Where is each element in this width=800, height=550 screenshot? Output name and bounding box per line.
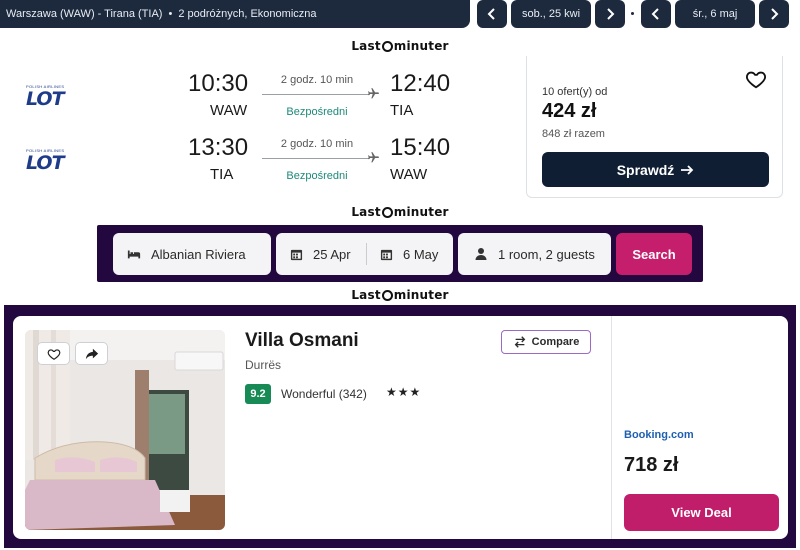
rating-text: Wonderful (342) xyxy=(281,387,367,401)
arrival-time: 12:40 xyxy=(390,70,451,97)
passengers-class: 2 podróżnych, Ekonomiczna xyxy=(178,8,317,20)
flight-price: 424 zł xyxy=(542,100,597,122)
checkout-field[interactable]: 6 May xyxy=(380,233,438,275)
guests-value: 1 room, 2 guests xyxy=(498,246,595,262)
guests-field[interactable]: 1 room, 2 guests xyxy=(458,233,611,275)
person-icon xyxy=(475,248,487,260)
checkin-value: 25 Apr xyxy=(313,246,351,262)
brand-clock-icon xyxy=(381,206,393,218)
plane-icon xyxy=(368,88,379,99)
brand-suffix: minuter xyxy=(393,288,449,302)
arrow-right-icon xyxy=(681,164,694,175)
flight-search-bar: Warszawa (WAW) - Tirana (TIA) • 2 podróż… xyxy=(0,0,800,30)
flight-duration: 2 godz. 10 min xyxy=(280,138,354,150)
route-line xyxy=(262,158,370,159)
arrival-time: 15:40 xyxy=(390,134,451,161)
brand-clock-icon xyxy=(381,289,393,301)
destination-value: Albanian Riviera xyxy=(151,246,246,262)
airline-logo: POLISH AIRLINES LOT xyxy=(26,148,76,174)
flight-leg-outbound: POLISH AIRLINES LOT 10:30 WAW 2 godz. 10… xyxy=(0,56,524,119)
brand-clock-icon xyxy=(381,40,393,52)
flight-search-summary[interactable]: Warszawa (WAW) - Tirana (TIA) • 2 podróż… xyxy=(0,0,470,28)
heart-icon[interactable] xyxy=(745,68,767,90)
departure-time: 10:30 xyxy=(188,70,249,97)
brand-suffix: minuter xyxy=(393,39,449,53)
departure-code: WAW xyxy=(210,102,248,119)
hotel-stars: ★★★ xyxy=(386,385,422,399)
view-deal-button[interactable]: View Deal xyxy=(624,494,779,531)
compare-label: Compare xyxy=(531,336,580,348)
provider-logo: Booking.com xyxy=(624,429,694,441)
plane-icon xyxy=(368,152,379,163)
share-hotel-button[interactable] xyxy=(75,342,108,365)
hotel-card-inner[interactable]: Villa Osmani Durrës 9.2 Wonderful (342) … xyxy=(13,316,788,539)
brand-suffix: minuter xyxy=(393,205,449,219)
calendar-icon xyxy=(290,249,303,260)
summary-separator: • xyxy=(168,8,173,20)
chevron-left-icon xyxy=(651,8,659,20)
brand-logo: Last minuter xyxy=(0,287,800,303)
rating-badge: 9.2 xyxy=(245,384,271,404)
departure-code: TIA xyxy=(210,166,234,183)
date-divider xyxy=(366,243,367,265)
heart-icon xyxy=(47,348,60,360)
flight-legs[interactable]: POLISH AIRLINES LOT 10:30 WAW 2 godz. 10… xyxy=(0,56,524,198)
flight-price-box: 10 ofert(y) od 424 zł 848 zł razem Spraw… xyxy=(526,56,783,198)
checkout-value: 6 May xyxy=(403,246,439,262)
depart-prev-button[interactable] xyxy=(477,0,507,28)
airline-logo-text: LOT xyxy=(26,88,65,110)
checkin-field[interactable]: 25 Apr xyxy=(290,233,351,275)
hotel-search-bar: Albanian Riviera 25 Apr 6 May 1 room, 2 … xyxy=(97,225,703,282)
check-flight-label: Sprawdź xyxy=(616,161,675,178)
destination-field[interactable]: Albanian Riviera xyxy=(113,233,271,275)
calendar-icon xyxy=(380,249,393,260)
date-range-field: 25 Apr 6 May xyxy=(276,233,453,275)
route-summary: Warszawa (WAW) - Tirana (TIA) xyxy=(6,8,163,20)
hotel-price: 718 zł xyxy=(624,454,679,476)
return-prev-button[interactable] xyxy=(641,0,671,28)
share-icon xyxy=(85,348,98,359)
brand-logo: Last minuter xyxy=(0,38,800,54)
chevron-right-icon xyxy=(771,8,779,20)
return-date[interactable]: śr., 6 maj xyxy=(675,0,755,28)
departure-time: 13:30 xyxy=(188,134,249,161)
depart-next-button[interactable] xyxy=(595,0,625,28)
save-hotel-button[interactable] xyxy=(37,342,70,365)
compare-arrows-icon xyxy=(514,336,525,348)
hotel-city: Durrës xyxy=(245,358,282,372)
deal-column: Booking.com 718 zł View Deal xyxy=(611,316,788,539)
flight-result-card: POLISH AIRLINES LOT 10:30 WAW 2 godz. 10… xyxy=(0,56,800,198)
stops-label: Bezpośredni xyxy=(286,170,348,182)
flight-total-price: 848 zł razem xyxy=(542,128,605,140)
hotel-result-card: Villa Osmani Durrës 9.2 Wonderful (342) … xyxy=(4,305,796,548)
brand-prefix: Last xyxy=(351,288,381,302)
return-next-button[interactable] xyxy=(759,0,789,28)
hotel-name[interactable]: Villa Osmani xyxy=(245,330,359,352)
date-separator-dot xyxy=(631,12,634,15)
flight-duration: 2 godz. 10 min xyxy=(280,74,354,86)
brand-prefix: Last xyxy=(351,39,381,53)
arrival-code: TIA xyxy=(390,102,414,119)
stops-label: Bezpośredni xyxy=(286,106,348,118)
chevron-right-icon xyxy=(607,8,615,20)
arrival-code: WAW xyxy=(390,166,428,183)
airline-logo-text: LOT xyxy=(26,152,65,174)
brand-logo: Last minuter xyxy=(0,204,800,220)
hotel-search-button[interactable]: Search xyxy=(616,233,692,275)
brand-prefix: Last xyxy=(351,205,381,219)
chevron-left-icon xyxy=(487,8,495,20)
bed-icon xyxy=(127,250,141,259)
airline-logo: POLISH AIRLINES LOT xyxy=(26,84,76,110)
hotel-photo[interactable] xyxy=(25,330,225,530)
flight-leg-return: POLISH AIRLINES LOT 13:30 TIA 2 godz. 10… xyxy=(0,120,524,183)
depart-date[interactable]: sob., 25 kwi xyxy=(511,0,591,28)
offers-count: 10 ofert(y) od xyxy=(542,86,608,98)
route-line xyxy=(262,94,370,95)
check-flight-button[interactable]: Sprawdź xyxy=(542,152,769,187)
compare-button[interactable]: Compare xyxy=(501,330,591,354)
